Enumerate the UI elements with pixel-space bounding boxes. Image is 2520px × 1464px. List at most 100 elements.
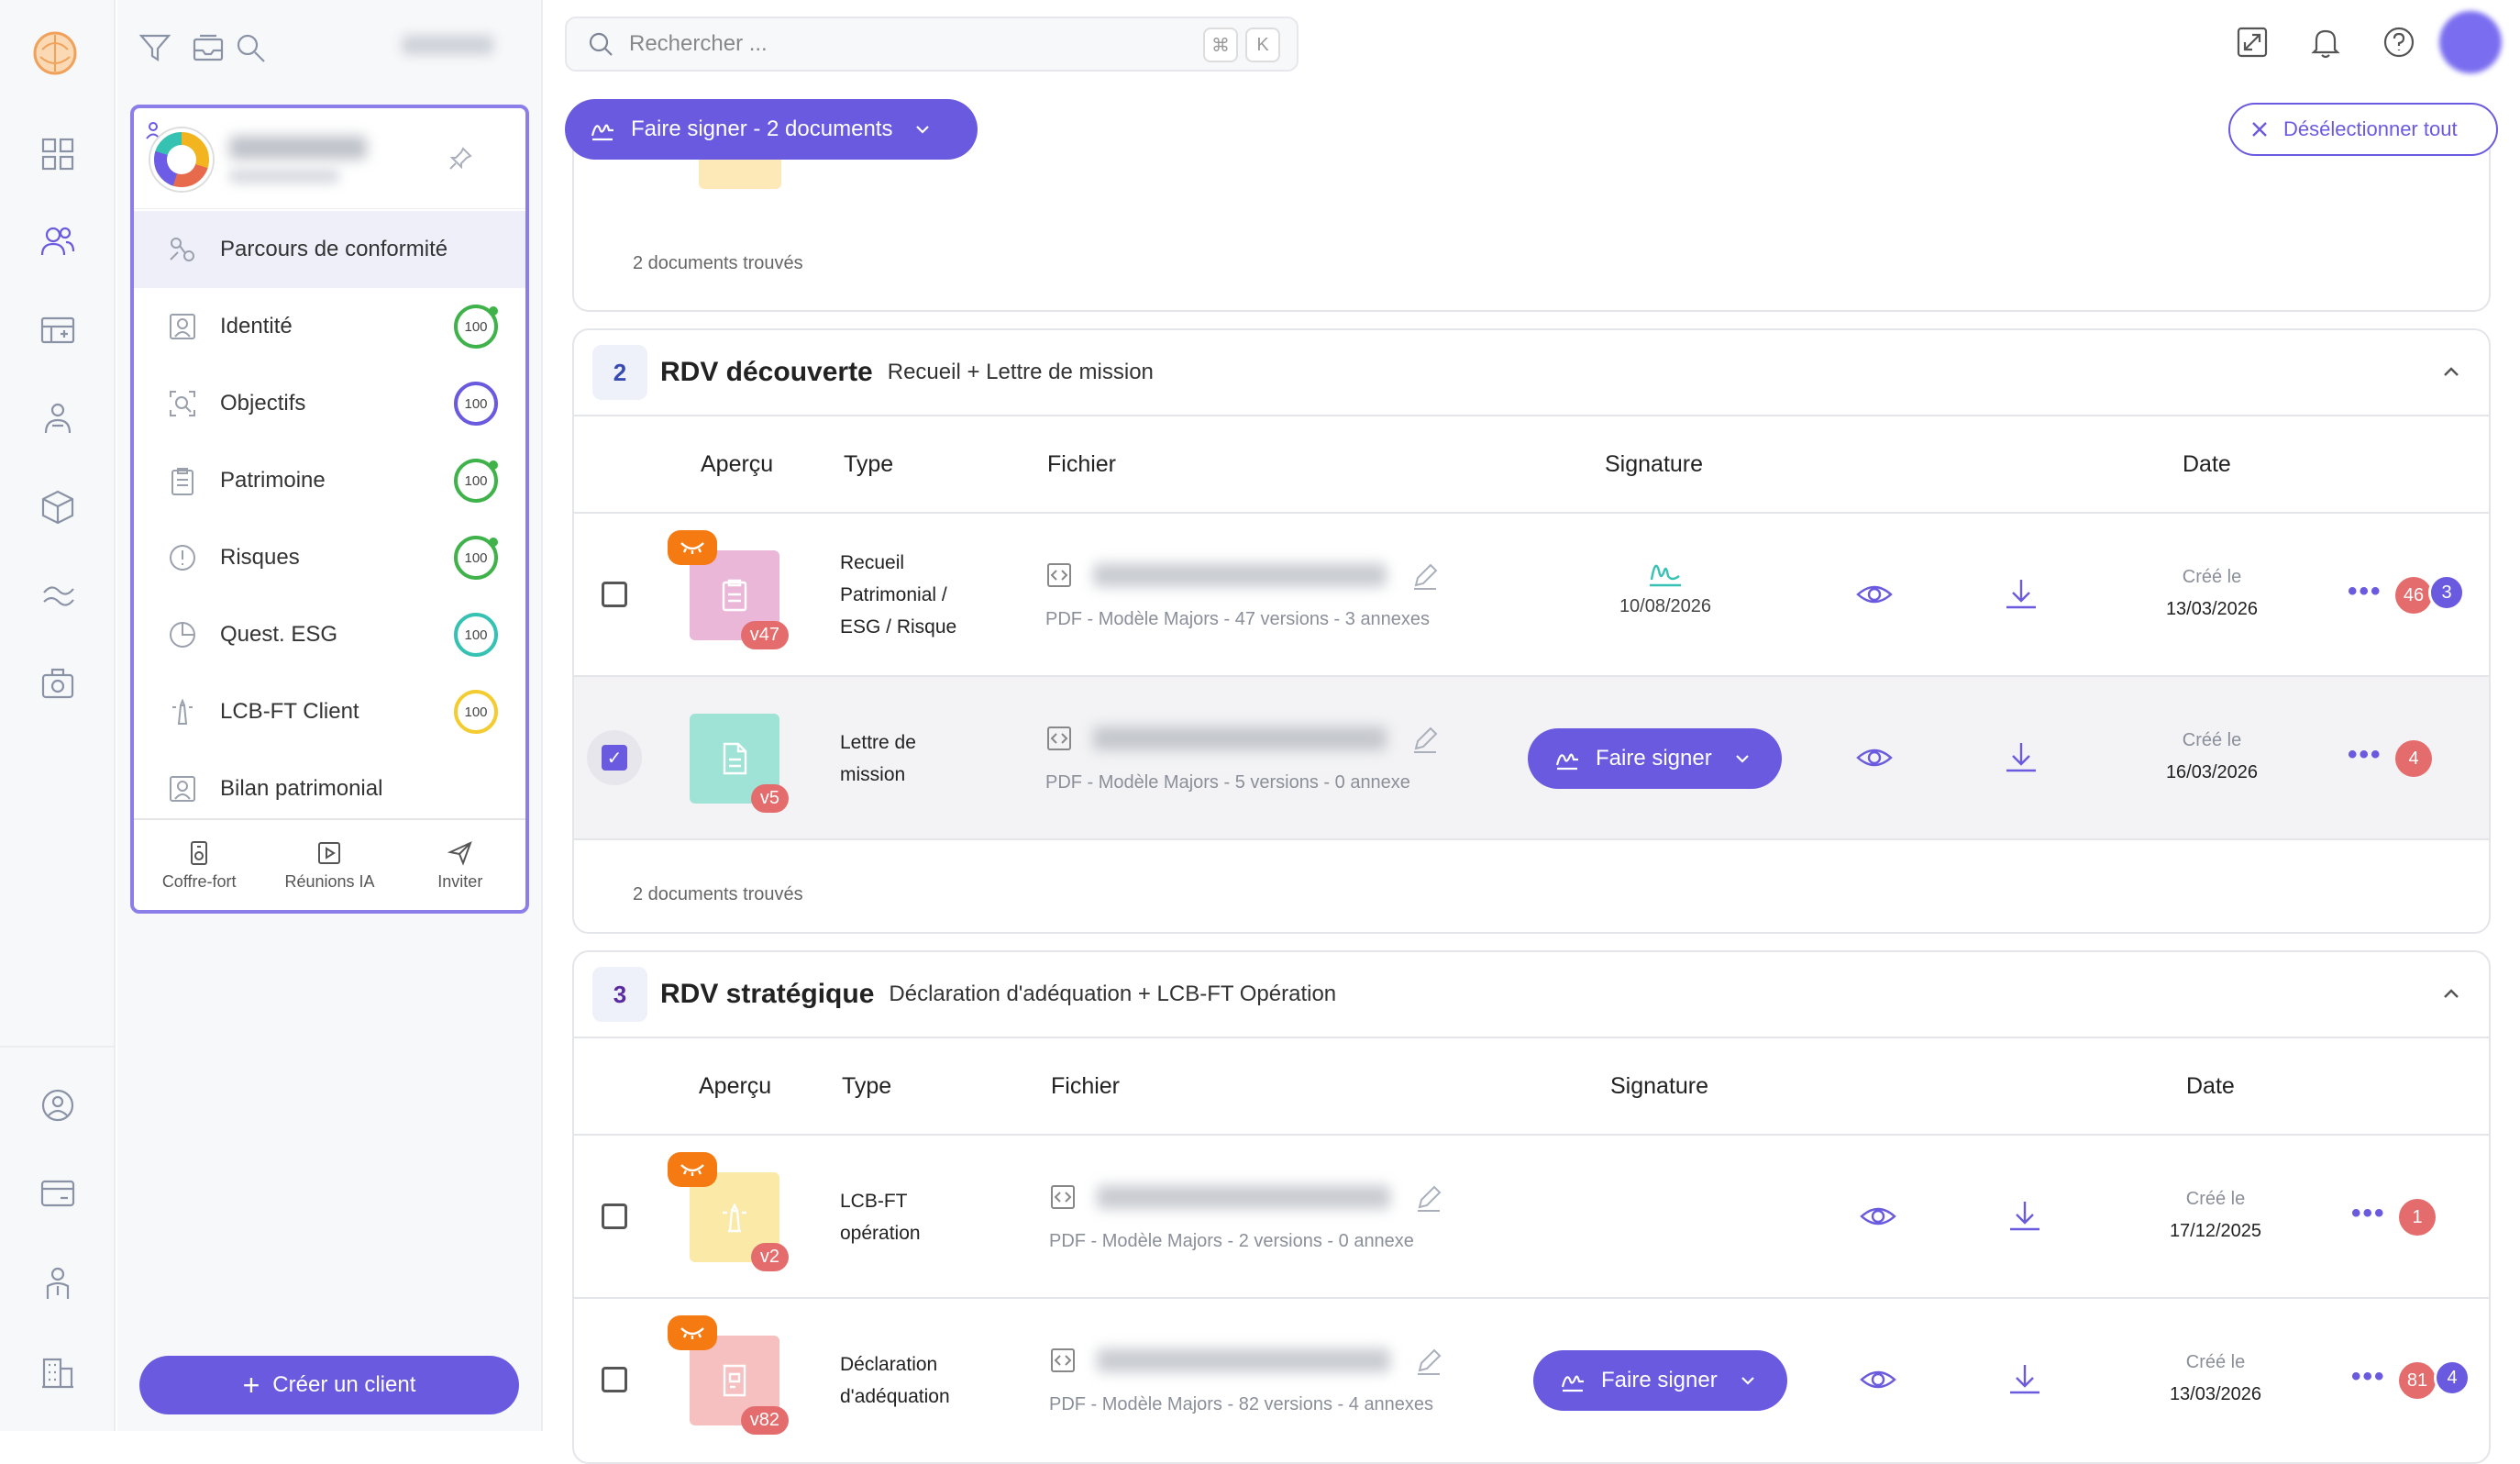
clients-icon[interactable] — [35, 218, 81, 264]
document-type: Déclaration d'adéquation — [840, 1348, 950, 1413]
faire-signer-button[interactable]: Faire signer — [1528, 728, 1782, 789]
faire-signer-button[interactable]: Faire signer — [1533, 1350, 1787, 1411]
client-card: Parcours de conformité Identité 100 Obje… — [130, 105, 529, 914]
download-icon[interactable] — [1999, 572, 2043, 616]
nav-quest-esg[interactable]: Quest. ESG 100 — [134, 596, 525, 673]
nav-objectifs[interactable]: Objectifs 100 — [134, 365, 525, 442]
app-logo[interactable] — [29, 28, 81, 79]
inviter-button[interactable]: Inviter — [395, 820, 525, 910]
deselect-all-button[interactable]: Désélectionner tout — [2228, 103, 2498, 156]
signature-icon — [1650, 564, 1681, 587]
file-name-redacted — [1097, 1185, 1390, 1209]
document-thumbnail[interactable]: v82 — [668, 1315, 789, 1435]
reunions-ia-button[interactable]: Réunions IA — [264, 820, 394, 910]
signature-date: 10/08/2026 — [1619, 596, 1712, 616]
document-type: Recueil Patrimonial / ESG / Risque — [840, 547, 956, 643]
eye-icon[interactable] — [1856, 1194, 1900, 1238]
col-apercu: Aperçu — [701, 451, 774, 477]
row-checkbox-checked[interactable]: ✓ — [602, 745, 627, 771]
search-input[interactable]: Rechercher ... ⌘ K — [565, 17, 1299, 72]
date-label: Créé le — [2182, 567, 2242, 587]
help-icon[interactable] — [2377, 20, 2421, 64]
eye-icon[interactable] — [1852, 572, 1896, 616]
code-file-icon — [1049, 1347, 1077, 1374]
eye-icon[interactable] — [1856, 1358, 1900, 1402]
document-icon — [723, 742, 747, 775]
panel-search-icon[interactable] — [233, 29, 268, 66]
nav-lcb-ft-client[interactable]: LCB-FT Client 100 — [134, 673, 525, 750]
edit-icon[interactable] — [1414, 1347, 1443, 1376]
dashboard-icon[interactable] — [35, 131, 81, 177]
board-icon[interactable] — [35, 308, 81, 354]
more-options-icon[interactable]: ••• — [2351, 1198, 2386, 1229]
bulk-sign-button[interactable]: Faire signer - 2 documents — [565, 99, 978, 160]
team-icon[interactable] — [35, 1260, 81, 1306]
client-sub-redacted — [229, 169, 339, 183]
row-checkbox[interactable] — [602, 1203, 627, 1229]
advisor-icon[interactable] — [35, 396, 81, 442]
target-search-icon — [167, 388, 198, 419]
table-row-selected[interactable]: ✓ v5 Lettre de mission PDF - Modèle Majo… — [574, 677, 2489, 840]
edit-icon[interactable] — [1414, 1183, 1443, 1213]
document-thumbnail[interactable]: v5 — [690, 714, 789, 813]
chevron-up-icon[interactable] — [2437, 980, 2465, 1007]
client-header[interactable] — [134, 108, 525, 209]
more-options-icon[interactable]: ••• — [2348, 576, 2382, 607]
expand-icon[interactable] — [2230, 20, 2274, 64]
chevron-down-icon — [916, 126, 930, 134]
billing-icon[interactable] — [35, 1170, 81, 1216]
download-icon[interactable] — [2003, 1194, 2047, 1238]
edit-icon[interactable] — [1410, 561, 1440, 591]
file-meta: PDF - Modèle Majors - 47 versions - 3 an… — [1045, 609, 1431, 629]
more-options-icon[interactable]: ••• — [2351, 1361, 2386, 1392]
edit-icon[interactable] — [1410, 725, 1440, 754]
section-title: RDV découverte — [660, 357, 873, 387]
document-thumbnail[interactable]: v47 — [668, 530, 789, 649]
inbox-icon[interactable] — [191, 29, 226, 66]
products-icon[interactable] — [35, 484, 81, 530]
section-rdv-strategique: 3 RDV stratégique Déclaration d'adéquati… — [572, 950, 2491, 1464]
compliance-icon[interactable] — [35, 572, 81, 618]
bell-icon[interactable] — [2304, 20, 2348, 64]
table-row[interactable]: v82 Déclaration d'adéquation PDF - Modèl… — [574, 1299, 2489, 1462]
vault-icon — [191, 840, 208, 865]
client-name-redacted — [229, 136, 367, 160]
profile-icon[interactable] — [35, 1082, 81, 1128]
filter-icon[interactable] — [138, 29, 172, 66]
version-badge: v82 — [740, 1406, 789, 1435]
eye-icon[interactable] — [1852, 736, 1896, 780]
chevron-up-icon[interactable] — [2437, 358, 2465, 385]
close-icon — [2252, 122, 2267, 137]
section-header[interactable]: 3 RDV stratégique Déclaration d'adéquati… — [574, 952, 2489, 1038]
nav-identite[interactable]: Identité 100 — [134, 288, 525, 365]
nav-label: Quest. ESG — [220, 622, 338, 647]
vault-icon[interactable] — [35, 660, 81, 706]
document-type: Lettre de mission — [840, 726, 916, 791]
row-checkbox[interactable] — [602, 582, 627, 607]
nav-risques[interactable]: Risques 100 — [134, 519, 525, 596]
download-icon[interactable] — [2003, 1358, 2047, 1402]
documents-found: 2 documents trouvés — [633, 884, 803, 904]
document-thumbnail[interactable]: v2 — [668, 1152, 789, 1271]
search-icon — [589, 32, 613, 56]
nav-label: Identité — [220, 314, 293, 338]
table-row[interactable]: v47 Recueil Patrimonial / ESG / Risque P… — [574, 514, 2489, 677]
company-icon[interactable] — [35, 1348, 81, 1394]
nav-patrimoine[interactable]: Patrimoine 100 — [134, 442, 525, 519]
nav-parcours-conformite[interactable]: Parcours de conformité — [134, 211, 525, 288]
create-client-button[interactable]: + Créer un client — [139, 1356, 519, 1414]
row-checkbox[interactable] — [602, 1367, 627, 1392]
more-options-icon[interactable]: ••• — [2348, 739, 2382, 771]
nav-bilan-patrimonial[interactable]: Bilan patrimonial — [134, 750, 525, 827]
eye-closed-icon — [668, 1315, 717, 1350]
type-line: d'adéquation — [840, 1386, 950, 1407]
user-avatar[interactable] — [2439, 11, 2502, 73]
pin-icon[interactable] — [447, 145, 474, 172]
col-type: Type — [844, 451, 894, 477]
deselect-label: Désélectionner tout — [2283, 117, 2458, 140]
table-row[interactable]: v2 LCB-FT opération PDF - Modèle Majors … — [574, 1136, 2489, 1299]
download-icon[interactable] — [1999, 736, 2043, 780]
col-signature: Signature — [1610, 1073, 1709, 1099]
section-header[interactable]: 2 RDV découverte Recueil + Lettre de mis… — [574, 330, 2489, 416]
coffre-fort-button[interactable]: Coffre-fort — [134, 820, 264, 910]
